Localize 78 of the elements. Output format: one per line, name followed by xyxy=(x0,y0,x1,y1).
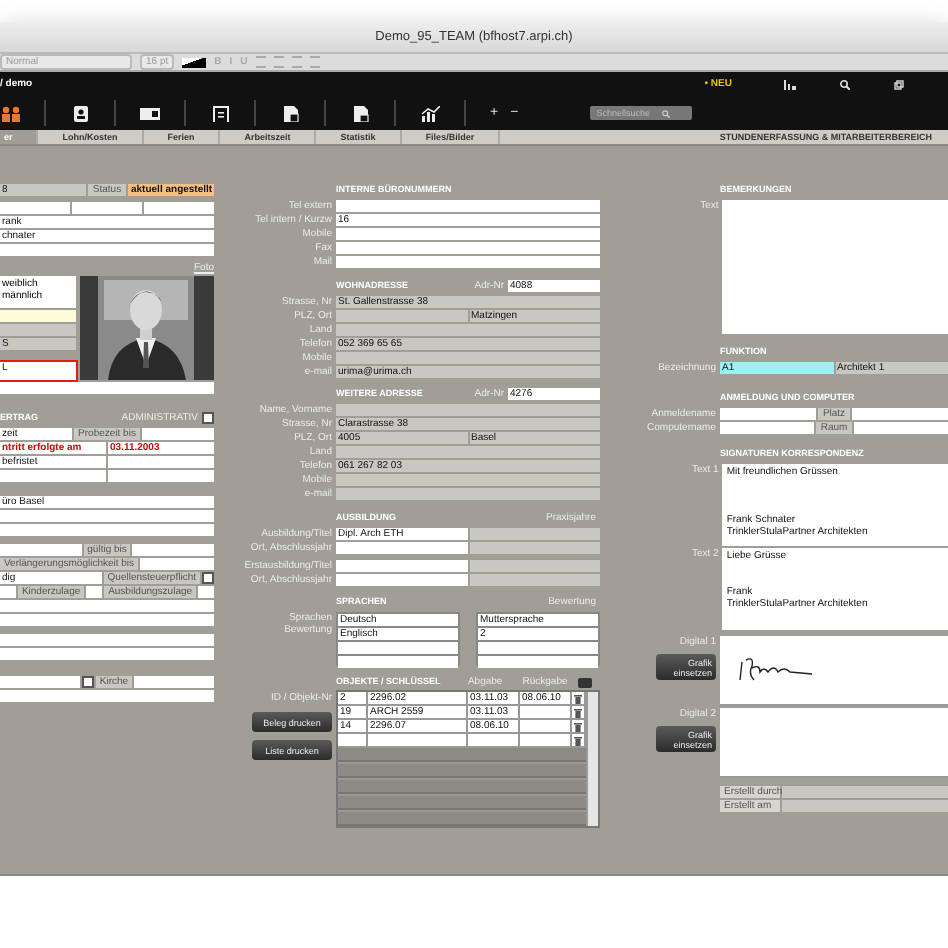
input-field[interactable] xyxy=(72,202,142,214)
text-area[interactable] xyxy=(722,200,948,334)
input-field[interactable] xyxy=(336,310,467,322)
input-field[interactable] xyxy=(0,586,16,598)
input-field[interactable] xyxy=(0,524,214,536)
input-field[interactable] xyxy=(132,544,215,556)
input-field[interactable] xyxy=(336,324,600,336)
input-field[interactable] xyxy=(720,408,817,420)
input-field[interactable] xyxy=(0,510,214,522)
input-field[interactable] xyxy=(853,422,948,434)
trash-icon[interactable] xyxy=(574,735,582,745)
checkbox[interactable] xyxy=(202,572,214,584)
input-field[interactable] xyxy=(336,228,600,240)
document-icon[interactable] xyxy=(280,105,300,121)
input-field[interactable] xyxy=(469,528,600,540)
lock-document-icon[interactable] xyxy=(350,105,370,121)
input-field[interactable] xyxy=(336,560,467,572)
input-field[interactable] xyxy=(336,200,600,212)
input-field[interactable] xyxy=(336,446,600,458)
input-field[interactable] xyxy=(782,800,948,812)
bar-chart-icon[interactable] xyxy=(784,79,796,89)
input-field[interactable] xyxy=(338,642,458,654)
input-field[interactable] xyxy=(0,310,76,322)
people-icon[interactable] xyxy=(0,105,20,121)
input-field[interactable] xyxy=(0,634,214,646)
input-field[interactable] xyxy=(86,586,103,598)
input-field[interactable] xyxy=(336,488,600,500)
small-button[interactable] xyxy=(578,677,592,687)
input-field[interactable] xyxy=(0,470,106,482)
image-field[interactable] xyxy=(720,636,948,706)
input-field[interactable] xyxy=(0,244,214,256)
checkbox[interactable] xyxy=(202,412,214,424)
copy-icon[interactable] xyxy=(894,79,904,89)
input-field[interactable] xyxy=(108,470,214,482)
input-field[interactable] xyxy=(0,614,214,626)
input-field[interactable] xyxy=(108,456,214,468)
input-field[interactable] xyxy=(469,574,600,586)
input-field[interactable] xyxy=(0,544,82,556)
trash-icon[interactable] xyxy=(574,721,582,731)
input-field[interactable] xyxy=(336,256,600,268)
input-field[interactable] xyxy=(134,676,214,688)
input-field[interactable] xyxy=(0,382,214,394)
trash-icon[interactable] xyxy=(574,707,582,717)
input-field[interactable] xyxy=(198,586,214,598)
scrollbar[interactable] xyxy=(586,692,598,826)
input-field[interactable] xyxy=(338,656,458,668)
signature-drawing xyxy=(736,656,816,684)
search-icon[interactable] xyxy=(840,79,850,89)
input-field[interactable] xyxy=(469,542,600,554)
input-field[interactable] xyxy=(0,676,80,688)
input-field[interactable] xyxy=(720,422,815,434)
input-field[interactable] xyxy=(336,404,600,416)
input-field[interactable] xyxy=(469,560,600,572)
checkbox[interactable] xyxy=(81,676,94,688)
id-card-icon[interactable] xyxy=(140,105,160,121)
input-field[interactable] xyxy=(336,542,467,554)
input-field[interactable] xyxy=(478,656,598,668)
input-field[interactable] xyxy=(141,428,214,440)
contact-card-icon[interactable] xyxy=(70,105,90,121)
input-field[interactable] xyxy=(0,648,214,660)
chart-icon[interactable] xyxy=(420,105,440,121)
input-field[interactable] xyxy=(0,690,214,702)
input-field[interactable] xyxy=(478,642,598,654)
input-field[interactable] xyxy=(0,600,214,612)
input-field[interactable] xyxy=(851,408,948,420)
input-field[interactable] xyxy=(336,242,600,254)
input-field[interactable] xyxy=(144,202,214,214)
input-field[interactable] xyxy=(336,352,600,364)
input-field[interactable] xyxy=(0,324,76,336)
image-field[interactable] xyxy=(720,708,948,778)
input-field[interactable] xyxy=(336,574,467,586)
trash-icon[interactable] xyxy=(574,693,582,703)
color-swatch[interactable] xyxy=(182,57,207,67)
input-field[interactable] xyxy=(140,558,214,570)
input-field[interactable] xyxy=(336,474,600,486)
input-field[interactable] xyxy=(0,202,70,214)
clipboard-icon[interactable] xyxy=(210,105,230,121)
input-field[interactable] xyxy=(782,786,948,798)
